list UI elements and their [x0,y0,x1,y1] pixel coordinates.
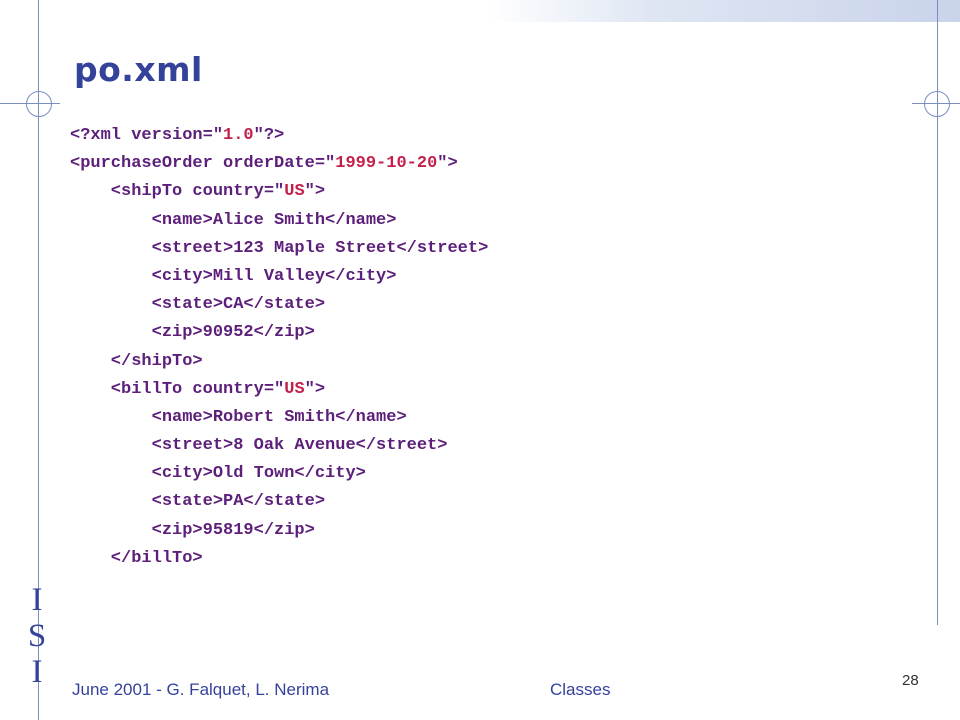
code-text: "> [437,154,458,174]
code-line: <street>123 Maple Street</street> [70,235,489,263]
logo-letter: S [27,618,47,654]
left-crosshair-circle [26,91,52,117]
code-line: <zip>95819</zip> [70,517,488,545]
code-line: <street>8 Oak Avenue</street> [70,432,488,460]
footer-author: June 2001 - G. Falquet, L. Nerima [72,680,330,699]
slide-title: po.xml [74,50,203,89]
code-text: <street>123 Maple Street</street> [70,238,489,258]
code-line: <billTo country="US"> [70,376,488,404]
footer-topic: Classes [550,680,611,699]
code-text: <street>8 Oak Avenue</street> [70,436,448,456]
code-line: <city>Mill Valley</city> [70,263,488,291]
code-text: <billTo country=" [70,379,285,399]
top-gradient-bar [488,0,960,22]
xml-code-block: <?xml version="1.0"?> <purchaseOrder orde… [70,122,488,573]
isi-logo: ISI [24,582,50,690]
code-line: <state>CA</state> [70,291,488,319]
code-text: "> [304,182,326,202]
attribute-value: US [284,182,305,202]
code-text: "> [304,379,326,399]
code-text: <zip>95819</zip> [70,520,315,540]
code-line: <shipTo country="US"> [70,178,488,206]
code-text: "?> [253,126,285,145]
code-text: <state>PA</state> [70,492,326,512]
code-text: <?xml version=" [70,126,224,145]
right-crosshair-circle [924,91,950,117]
code-text: <city>Old Town</city> [70,464,366,484]
code-text: <city>Mill Valley</city> [70,266,397,286]
code-line: <purchaseOrder orderDate="1999-10-20"> [70,150,488,178]
code-line: </shipTo> [70,348,488,376]
code-text: <zip>90952</zip> [70,323,315,343]
code-line: <state>PA</state> [70,488,488,516]
code-text: </billTo> [70,548,203,568]
attribute-value: US [284,379,305,399]
code-line: <?xml version="1.0"?> [70,122,488,150]
logo-letter: I [31,582,43,618]
logo-letter: I [31,654,43,690]
code-text: <state>CA</state> [70,295,326,315]
code-line: <city>Old Town</city> [70,460,488,488]
slide-number: 28 [902,672,919,689]
code-text: <shipTo country=" [70,182,285,202]
code-line: </billTo> [70,545,488,573]
attribute-value: 1999-10-20 [335,154,438,174]
code-line: <name>Alice Smith</name> [70,207,488,235]
attribute-value: 1.0 [223,126,254,145]
code-text: <purchaseOrder orderDate=" [70,154,336,174]
code-line: <zip>90952</zip> [70,319,488,347]
code-line: <name>Robert Smith</name> [70,404,488,432]
code-text: <name>Robert Smith</name> [70,407,407,427]
code-text: <name>Alice Smith</name> [70,210,397,230]
code-text: </shipTo> [70,351,203,371]
